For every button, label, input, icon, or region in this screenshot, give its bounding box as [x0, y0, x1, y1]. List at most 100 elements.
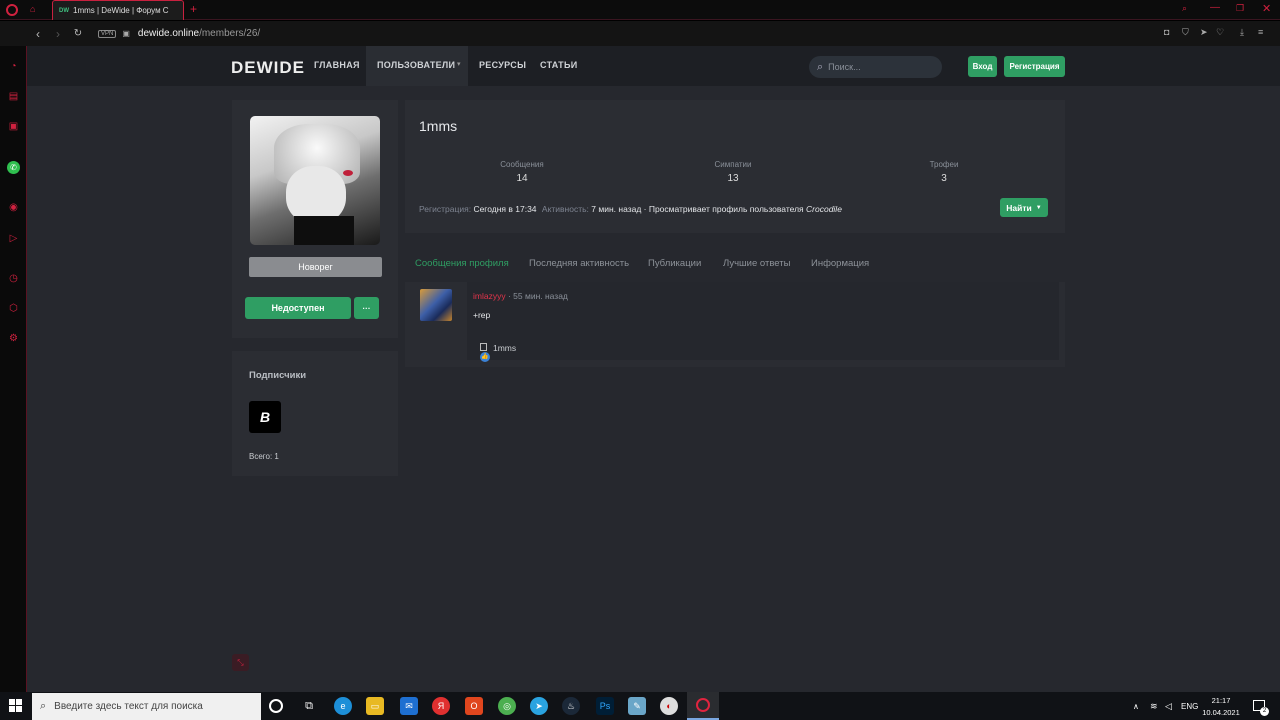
speed-dial-icon[interactable]: ◔: [7, 60, 20, 73]
nav-home[interactable]: ГЛАВНАЯ: [314, 60, 360, 70]
opera-logo-icon[interactable]: [6, 4, 18, 16]
extensions-icon[interactable]: ⬡: [7, 302, 20, 315]
followers-total: Всего: 1: [249, 452, 279, 461]
nav-articles[interactable]: СТАТЬИ: [540, 60, 578, 70]
url-field[interactable]: dewide.online/members/26/: [138, 28, 260, 39]
task-view-icon[interactable]: ⧉: [300, 697, 318, 715]
reg-value: Сегодня в 17:34: [473, 204, 537, 214]
taskbar-search-placeholder: Введите здесь текст для поиска: [54, 701, 203, 712]
gamepad-icon[interactable]: ⌂: [30, 4, 35, 14]
camera-icon[interactable]: ◘: [1164, 27, 1169, 37]
volume-icon[interactable]: ◁: [1165, 701, 1172, 712]
stat-likes-value[interactable]: 13: [693, 173, 773, 184]
follower-avatar[interactable]: B: [249, 401, 281, 433]
download-icon[interactable]: ⤓: [1240, 27, 1244, 38]
search-placeholder: Поиск...: [828, 62, 861, 72]
reaction-checkbox-icon: [480, 343, 487, 351]
history-icon[interactable]: ◷: [7, 272, 20, 285]
reload-icon[interactable]: ↻: [68, 28, 88, 39]
tab-information[interactable]: Информация: [811, 258, 869, 269]
tab-profile-posts[interactable]: Сообщения профиля: [415, 258, 509, 269]
nav-resources[interactable]: РЕСУРСЫ: [479, 60, 526, 70]
profile-username: 1mms: [419, 118, 458, 134]
caret-down-icon: ▼: [1035, 204, 1042, 211]
forward-icon[interactable]: ›: [48, 27, 68, 41]
activity-user-link[interactable]: Crocodile: [806, 204, 842, 214]
tab-latest-activity[interactable]: Последняя активность: [529, 258, 629, 269]
activity-label: Активность:: [541, 204, 589, 214]
language-indicator[interactable]: ENG: [1181, 702, 1198, 711]
whatsapp-icon[interactable]: ✆: [7, 161, 20, 174]
telegram-icon[interactable]: ➤: [530, 697, 548, 715]
stat-messages-value[interactable]: 14: [482, 173, 562, 184]
heart-icon[interactable]: ♡: [1216, 27, 1224, 38]
tab-publications[interactable]: Публикации: [648, 258, 701, 269]
nav-users[interactable]: ПОЛЬЗОВАТЕЛИ: [377, 60, 455, 70]
file-explorer-icon[interactable]: ▭: [366, 697, 384, 715]
chevron-down-icon[interactable]: ▾: [457, 60, 461, 68]
twitch-icon[interactable]: ▣: [7, 120, 20, 133]
notification-count: 2: [1260, 707, 1269, 716]
cortana-icon[interactable]: [269, 699, 283, 713]
minimize-icon[interactable]: —: [1210, 2, 1220, 13]
notepad-icon[interactable]: ✎: [628, 697, 646, 715]
wifi-icon[interactable]: ≋: [1150, 701, 1158, 712]
stat-trophies-value[interactable]: 3: [904, 173, 984, 184]
tray-chevron-icon[interactable]: ∧: [1133, 702, 1139, 711]
login-button[interactable]: Вход: [968, 56, 997, 77]
clock-date[interactable]: 10.04.2021: [1200, 708, 1242, 717]
post-text: +rep: [473, 310, 491, 320]
search-input[interactable]: ⌕ Поиск...: [809, 56, 942, 78]
player-icon[interactable]: ◉: [7, 201, 20, 214]
activity-value: 7 мин. назад · Просматривает профиль пол…: [591, 204, 804, 214]
search-tabs-icon[interactable]: ⌕: [1182, 3, 1187, 14]
tab-title: 1mms | DeWide | Форум С: [73, 6, 169, 15]
site-navbar: [27, 46, 1280, 86]
taskbar-search-input[interactable]: ⌕ Введите здесь текст для поиска: [32, 693, 261, 720]
opera-icon: [696, 698, 710, 712]
expand-icon[interactable]: ⤡: [232, 654, 249, 671]
site-logo[interactable]: DEWIDE: [231, 58, 305, 78]
edge-icon[interactable]: e: [334, 697, 352, 715]
opera-sidebar: ◔ ▤ ▣ ✆ ◉ ▷ ◷ ⬡ ⚙: [0, 46, 27, 692]
search-icon: ⌕: [817, 60, 824, 73]
tab-best-answers[interactable]: Лучшие ответы: [723, 258, 790, 269]
office-icon[interactable]: O: [465, 697, 483, 715]
reg-label: Регистрация:: [419, 204, 472, 214]
profile-avatar: [250, 116, 380, 245]
find-button[interactable]: Найти ▼: [1000, 198, 1048, 217]
find-button-label: Найти: [1006, 202, 1032, 213]
like-icon[interactable]: 👍: [480, 352, 490, 362]
send-icon[interactable]: ➤: [1200, 27, 1208, 38]
reaction-user[interactable]: 1mms: [493, 343, 516, 353]
post-author-avatar[interactable]: [420, 289, 452, 321]
browser-tab-active[interactable]: DW 1mms | DeWide | Форум С: [52, 0, 184, 20]
close-icon[interactable]: ✕: [1262, 2, 1271, 15]
post-author-link[interactable]: imlazyyy: [473, 291, 506, 301]
menu-icon[interactable]: ≡: [1258, 27, 1263, 37]
browser-tab-bar: ⌂ DW 1mms | DeWide | Форум С + ⌕ — ❐ ✕: [0, 0, 1280, 20]
post-time[interactable]: · 55 мин. назад: [508, 291, 568, 301]
mail-icon[interactable]: ✉: [400, 697, 418, 715]
register-button[interactable]: Регистрация: [1004, 56, 1065, 77]
steam-icon[interactable]: ♨: [562, 697, 580, 715]
back-icon[interactable]: ‹: [28, 27, 48, 41]
clock-time[interactable]: 21:17: [1204, 696, 1238, 705]
settings-icon[interactable]: ⚙: [7, 332, 20, 345]
more-button[interactable]: ···: [354, 297, 379, 319]
maximize-icon[interactable]: ❐: [1236, 3, 1244, 14]
app-icon[interactable]: ◐: [660, 697, 678, 715]
chrome-icon[interactable]: ◎: [498, 697, 516, 715]
lock-icon: ▣: [122, 29, 130, 38]
windows-start-icon[interactable]: [9, 699, 22, 712]
avatar-collar: [294, 216, 354, 245]
unavailable-button[interactable]: Недоступен: [245, 297, 351, 319]
taskbar-opera-active[interactable]: [687, 692, 719, 720]
flow-icon[interactable]: ▷: [7, 232, 20, 245]
new-tab-button[interactable]: +: [190, 2, 197, 16]
vpn-badge[interactable]: VPN: [98, 29, 117, 38]
shield-icon[interactable]: ⛉: [1182, 27, 1189, 38]
yandex-icon[interactable]: Я: [432, 697, 450, 715]
shopping-icon[interactable]: ▤: [7, 90, 20, 103]
photoshop-icon[interactable]: Ps: [596, 697, 614, 715]
